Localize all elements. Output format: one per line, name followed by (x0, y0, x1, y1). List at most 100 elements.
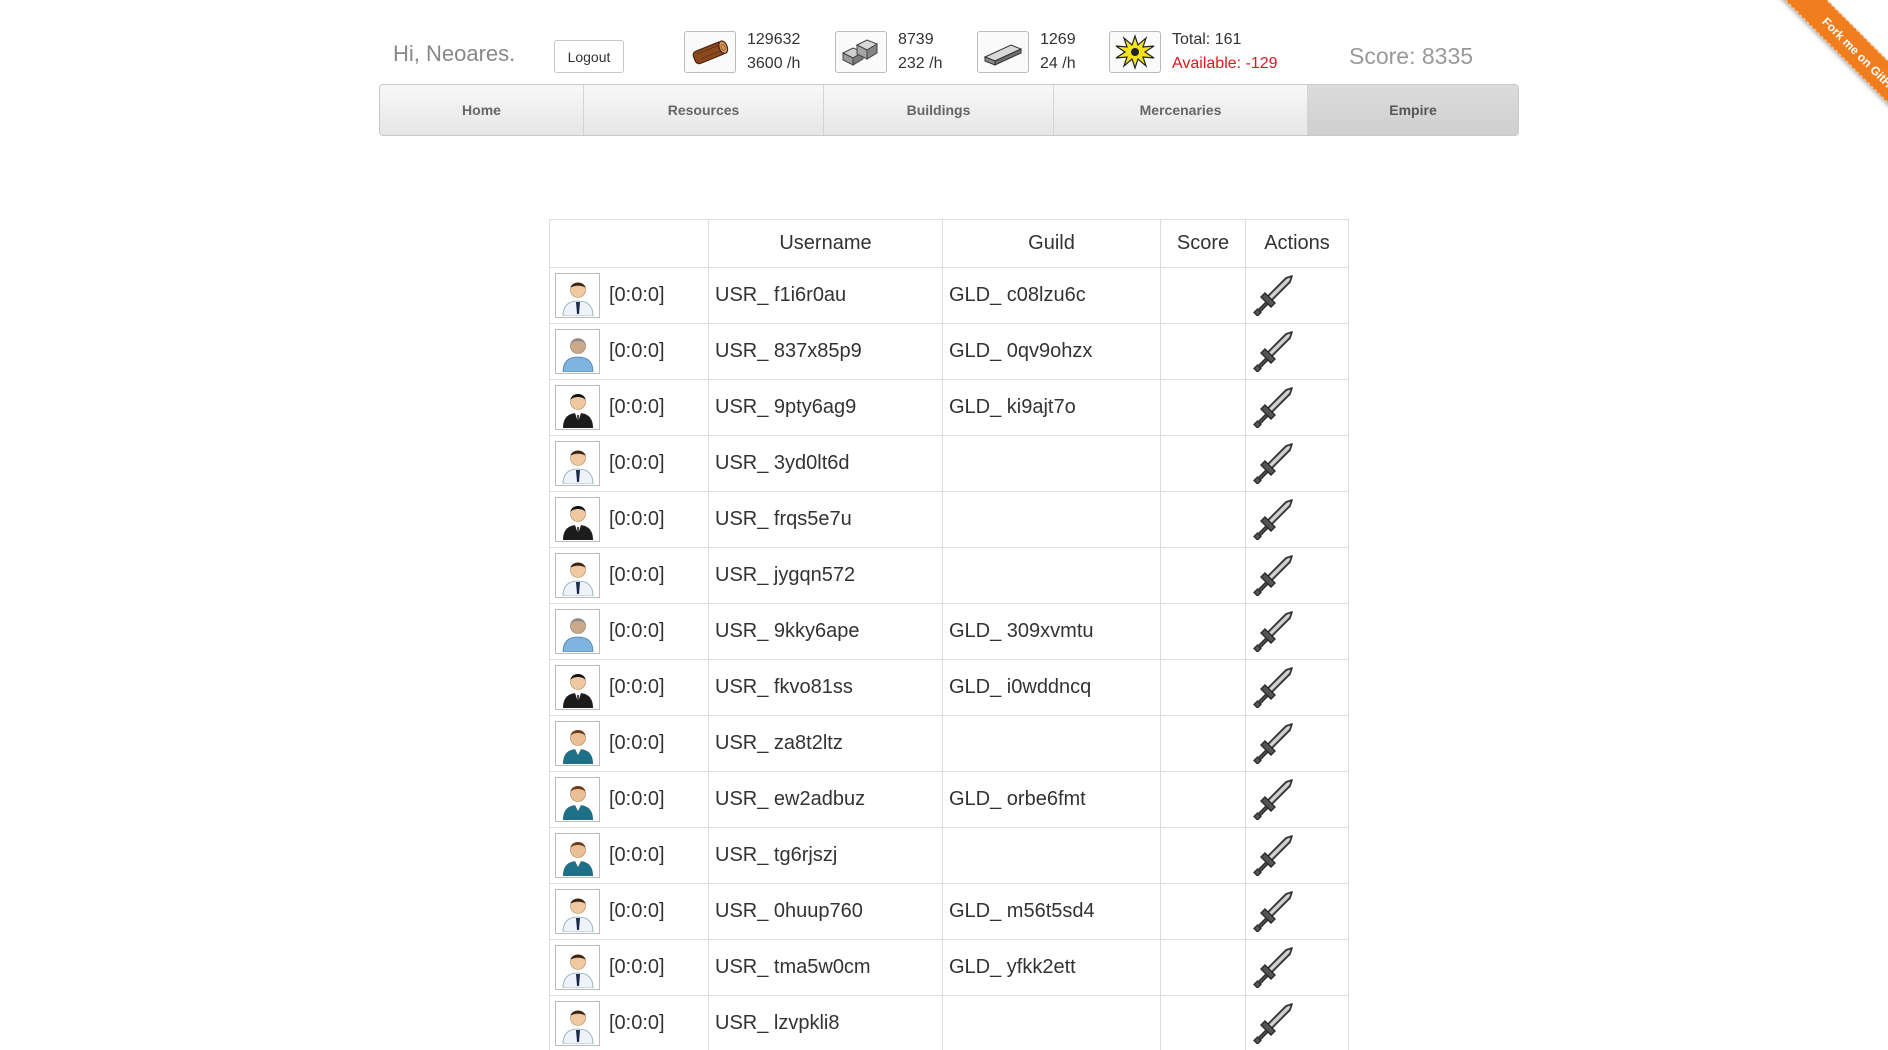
guild-cell[interactable]: GLD_ m56t5sd4 (942, 883, 1161, 940)
avatar-cell: [0:0:0] (549, 267, 709, 324)
guild-cell[interactable]: GLD_ orbe6fmt (942, 771, 1161, 828)
sword-icon[interactable] (1252, 888, 1296, 938)
username-cell[interactable]: USR_ lzvpkli8 (708, 995, 943, 1050)
sword-icon[interactable] (1252, 552, 1296, 602)
username-cell[interactable]: USR_ fkvo81ss (708, 659, 943, 716)
avatar[interactable] (555, 721, 600, 766)
score-cell (1160, 659, 1246, 716)
username-cell[interactable]: USR_ frqs5e7u (708, 491, 943, 548)
username-cell[interactable]: USR_ 3yd0lt6d (708, 435, 943, 492)
actions-cell (1245, 827, 1349, 884)
tab-resources[interactable]: Resources (584, 85, 824, 135)
username-cell[interactable]: USR_ 9pty6ag9 (708, 379, 943, 436)
avatar[interactable] (555, 329, 600, 374)
sword-icon[interactable] (1252, 608, 1296, 658)
guild-cell[interactable] (942, 827, 1161, 884)
table-body: [0:0:0] USR_ f1i6r0au GLD_ c08lzu6c [0:0… (549, 267, 1349, 1050)
username-cell[interactable]: USR_ f1i6r0au (708, 267, 943, 324)
player-coords: [0:0:0] (609, 564, 665, 586)
avatar-cell: [0:0:0] (549, 603, 709, 660)
actions-cell (1245, 603, 1349, 660)
guild-cell[interactable]: GLD_ 309xvmtu (942, 603, 1161, 660)
avatar[interactable] (555, 833, 600, 878)
score-cell (1160, 715, 1246, 772)
table-row: [0:0:0] USR_ za8t2ltz (549, 715, 1349, 772)
guild-cell[interactable] (942, 715, 1161, 772)
guild-cell[interactable] (942, 547, 1161, 604)
iron-ingot-icon (977, 31, 1029, 73)
tab-home[interactable]: Home (380, 85, 584, 135)
guild-cell[interactable]: GLD_ i0wddncq (942, 659, 1161, 716)
player-coords: [0:0:0] (609, 900, 665, 922)
table-row: [0:0:0] USR_ fkvo81ss GLD_ i0wddncq (549, 659, 1349, 716)
avatar-cell: [0:0:0] (549, 939, 709, 996)
player-coords: [0:0:0] (609, 788, 665, 810)
guild-cell[interactable]: GLD_ ki9ajt7o (942, 379, 1161, 436)
logout-button[interactable]: Logout (554, 40, 624, 73)
github-ribbon-label[interactable]: Fork me on GitHub (1771, 0, 1888, 149)
avatar[interactable] (555, 1001, 600, 1046)
tab-buildings[interactable]: Buildings (824, 85, 1054, 135)
avatar[interactable] (555, 441, 600, 486)
actions-cell (1245, 267, 1349, 324)
players-table: Username Guild Score Actions [0:0:0] USR… (549, 219, 1349, 1050)
username-cell[interactable]: USR_ 0huup760 (708, 883, 943, 940)
actions-cell (1245, 547, 1349, 604)
guild-cell[interactable] (942, 995, 1161, 1050)
player-coords: [0:0:0] (609, 284, 665, 306)
username-cell[interactable]: USR_ 9kky6ape (708, 603, 943, 660)
avatar-cell: [0:0:0] (549, 491, 709, 548)
header-actions: Actions (1245, 219, 1349, 268)
guild-cell[interactable] (942, 491, 1161, 548)
username-cell[interactable]: USR_ 837x85p9 (708, 323, 943, 380)
avatar-cell: [0:0:0] (549, 995, 709, 1050)
sword-icon[interactable] (1252, 776, 1296, 826)
username-cell[interactable]: USR_ tma5w0cm (708, 939, 943, 996)
username-cell[interactable]: USR_ tg6rjszj (708, 827, 943, 884)
sword-icon[interactable] (1252, 832, 1296, 882)
actions-cell (1245, 435, 1349, 492)
page: Hi, Neoares. Logout 129632 3600 /h 8739 … (0, 0, 1888, 1050)
tab-empire[interactable]: Empire (1308, 85, 1518, 135)
avatar[interactable] (555, 497, 600, 542)
player-coords: [0:0:0] (609, 396, 665, 418)
avatar[interactable] (555, 945, 600, 990)
score-cell (1160, 771, 1246, 828)
guild-cell[interactable]: GLD_ yfkk2ett (942, 939, 1161, 996)
header-username: Username (708, 219, 943, 268)
table-row: [0:0:0] USR_ 837x85p9 GLD_ 0qv9ohzx (549, 323, 1349, 380)
sword-icon[interactable] (1252, 664, 1296, 714)
username-cell[interactable]: USR_ jygqn572 (708, 547, 943, 604)
sword-icon[interactable] (1252, 720, 1296, 770)
sword-icon[interactable] (1252, 944, 1296, 994)
avatar[interactable] (555, 553, 600, 598)
sword-icon[interactable] (1252, 496, 1296, 546)
table-row: [0:0:0] USR_ tg6rjszj (549, 827, 1349, 884)
guild-cell[interactable] (942, 435, 1161, 492)
avatar[interactable] (555, 665, 600, 710)
actions-cell (1245, 771, 1349, 828)
sword-icon[interactable] (1252, 328, 1296, 378)
sword-icon[interactable] (1252, 272, 1296, 322)
avatar[interactable] (555, 385, 600, 430)
github-ribbon[interactable]: Fork me on GitHub (1738, 0, 1888, 150)
username-cell[interactable]: USR_ za8t2ltz (708, 715, 943, 772)
avatar[interactable] (555, 273, 600, 318)
avatar[interactable] (555, 609, 600, 654)
avatar[interactable] (555, 889, 600, 934)
table-row: [0:0:0] USR_ f1i6r0au GLD_ c08lzu6c (549, 267, 1349, 324)
avatar[interactable] (555, 777, 600, 822)
table-row: [0:0:0] USR_ 9pty6ag9 GLD_ ki9ajt7o (549, 379, 1349, 436)
sword-icon[interactable] (1252, 1000, 1296, 1050)
greeting-text: Hi, Neoares. (393, 41, 516, 66)
table-row: [0:0:0] USR_ 9kky6ape GLD_ 309xvmtu (549, 603, 1349, 660)
stone-icon (835, 31, 887, 73)
population-total: Total: 161 (1172, 31, 1242, 48)
header-guild: Guild (942, 219, 1161, 268)
guild-cell[interactable]: GLD_ c08lzu6c (942, 267, 1161, 324)
guild-cell[interactable]: GLD_ 0qv9ohzx (942, 323, 1161, 380)
username-cell[interactable]: USR_ ew2adbuz (708, 771, 943, 828)
sword-icon[interactable] (1252, 384, 1296, 434)
tab-mercenaries[interactable]: Mercenaries (1054, 85, 1308, 135)
sword-icon[interactable] (1252, 440, 1296, 490)
